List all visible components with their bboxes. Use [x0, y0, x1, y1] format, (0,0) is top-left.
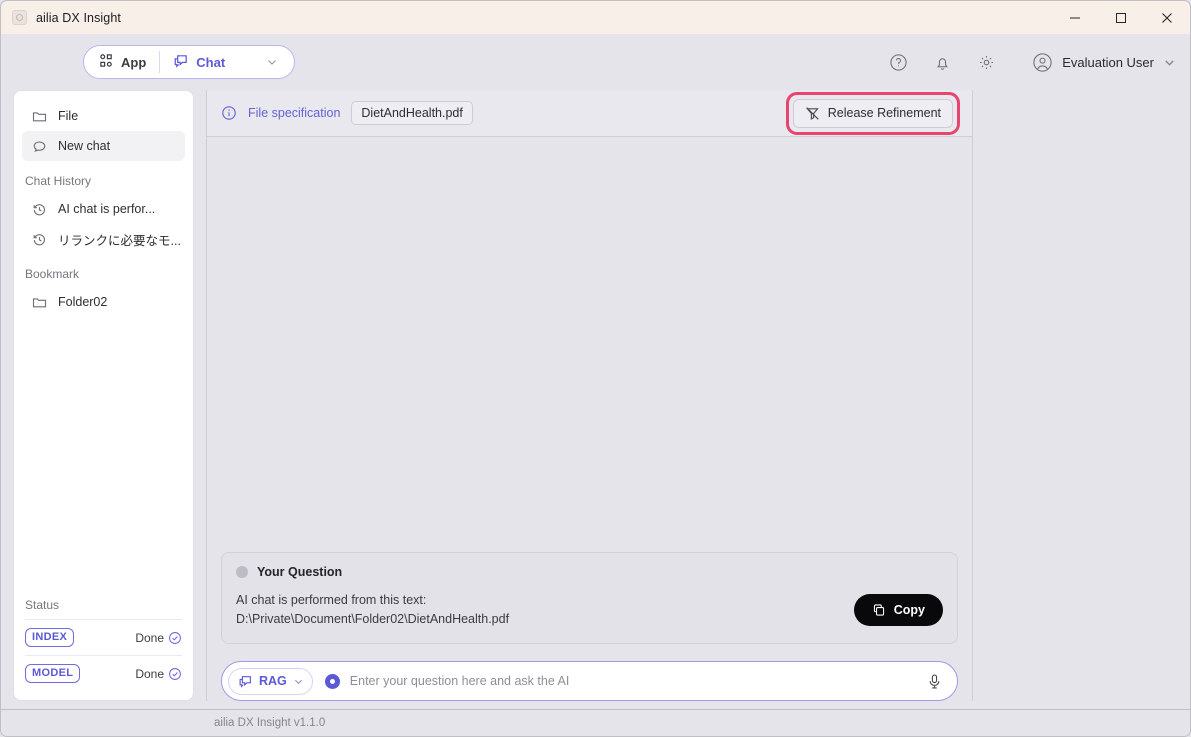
conversation-area	[207, 137, 972, 552]
status-value-index: Done	[135, 631, 182, 645]
history-clock-icon	[32, 232, 47, 247]
status-row-index: INDEX Done	[25, 619, 182, 655]
chevron-down-icon[interactable]	[1163, 56, 1176, 69]
sidebar-item-new-chat[interactable]: New chat	[22, 131, 185, 161]
copy-icon	[872, 603, 886, 617]
rag-mode-label: RAG	[259, 674, 287, 688]
grid-apps-icon	[99, 53, 114, 71]
sidebar-history-item-2-label: リランクに必要なモ...	[58, 233, 181, 248]
folder-icon	[32, 295, 47, 310]
sidebar-bookmark-folder02-label: Folder02	[58, 295, 108, 309]
user-avatar-icon	[1031, 51, 1053, 73]
release-refinement-highlight: Release Refinement	[785, 91, 960, 135]
history-clock-icon	[32, 202, 47, 217]
chat-bubble-icon	[32, 139, 47, 154]
your-question-card: Your Question AI chat is performed from …	[221, 552, 958, 644]
sidebar-group-chat-history: Chat History	[25, 174, 92, 188]
window-controls	[1052, 1, 1190, 34]
status-value-model-label: Done	[135, 666, 164, 681]
app-body: File New chat Chat History AI chat is pe…	[0, 90, 1191, 709]
chat-bubble-icon	[173, 53, 189, 72]
chat-panel: File specification DietAndHealth.pdf Rel…	[206, 90, 973, 701]
question-avatar	[236, 566, 248, 578]
window-title: ailia DX Insight	[36, 10, 121, 25]
record-dot-icon[interactable]	[324, 673, 340, 689]
your-question-line-2: D:\Private\Document\Folder02\DietAndHeal…	[236, 612, 510, 626]
gear-icon[interactable]	[975, 51, 997, 73]
your-question-text: AI chat is performed from this text: D:\…	[236, 591, 509, 629]
maximize-icon[interactable]	[1098, 1, 1144, 34]
app-window: ailia DX Insight App Chat Evaluation Use…	[0, 0, 1191, 737]
tab-chat-label: Chat	[196, 54, 226, 70]
check-circle-icon	[168, 631, 182, 645]
sidebar-history-item-1-label: AI chat is perfor...	[58, 202, 156, 216]
sidebar-history-item-1[interactable]: AI chat is perfor...	[22, 194, 185, 224]
help-circle-icon[interactable]	[887, 51, 909, 73]
info-circle-icon	[221, 105, 237, 121]
question-input-bar: RAG	[221, 661, 958, 701]
user-menu[interactable]: Evaluation User	[1031, 51, 1176, 73]
tab-app-label: App	[121, 54, 147, 70]
mode-switch: App Chat	[83, 45, 296, 79]
check-circle-icon	[168, 667, 182, 681]
title-bar-left: ailia DX Insight	[1, 10, 121, 25]
app-header: App Chat Evaluation User	[0, 34, 1191, 90]
sidebar: File New chat Chat History AI chat is pe…	[13, 90, 194, 701]
status-value-model: Done	[135, 667, 182, 681]
title-bar: ailia DX Insight	[0, 0, 1191, 34]
rag-mode-selector[interactable]: RAG	[228, 667, 313, 695]
your-question-line-1: AI chat is performed from this text:	[236, 593, 427, 607]
sidebar-bookmark-folder02[interactable]: Folder02	[22, 287, 185, 317]
close-icon[interactable]	[1144, 1, 1190, 34]
status-row-model: MODEL Done	[25, 655, 182, 691]
release-refinement-button[interactable]: Release Refinement	[792, 98, 953, 128]
microphone-icon[interactable]	[926, 673, 943, 690]
your-question-title: Your Question	[257, 565, 343, 579]
sidebar-item-file-label: File	[58, 109, 79, 123]
tab-chat[interactable]: Chat	[160, 47, 238, 77]
sidebar-item-file[interactable]: File	[22, 101, 185, 131]
your-question-body: AI chat is performed from this text: D:\…	[236, 591, 943, 629]
main-area: File specification DietAndHealth.pdf Rel…	[194, 90, 1190, 709]
chat-bubble-icon	[238, 674, 253, 689]
right-empty-pane	[973, 90, 1190, 701]
status-badge-index: INDEX	[25, 628, 75, 647]
version-label: ailia DX Insight v1.1.0	[214, 717, 326, 729]
minimize-icon[interactable]	[1052, 1, 1098, 34]
copy-button-label: Copy	[893, 603, 925, 617]
sidebar-history-item-2[interactable]: リランクに必要なモ...	[22, 224, 185, 254]
chevron-down-icon[interactable]	[238, 56, 292, 68]
file-specification-label: File specification	[248, 106, 341, 120]
copy-button[interactable]: Copy	[853, 594, 943, 626]
status-value-index-label: Done	[135, 630, 164, 645]
file-specification-bar: File specification DietAndHealth.pdf Rel…	[207, 90, 972, 137]
release-refinement-label: Release Refinement	[827, 106, 941, 120]
tab-app[interactable]: App	[86, 47, 159, 77]
bell-icon[interactable]	[931, 51, 953, 73]
chevron-down-icon[interactable]	[293, 676, 304, 687]
app-logo-icon	[12, 10, 27, 25]
sidebar-group-bookmark: Bookmark	[25, 267, 80, 281]
search-input[interactable]	[349, 674, 918, 688]
sidebar-item-new-chat-label: New chat	[58, 139, 111, 153]
file-name-chip[interactable]: DietAndHealth.pdf	[351, 101, 473, 125]
sidebar-status-title: Status	[25, 598, 60, 612]
folder-icon	[32, 109, 47, 124]
status-badge-model: MODEL	[25, 664, 81, 683]
header-actions: Evaluation User	[887, 51, 1176, 73]
status-bar: ailia DX Insight v1.1.0	[0, 709, 1191, 737]
user-name-label: Evaluation User	[1062, 54, 1154, 70]
your-question-header: Your Question	[236, 565, 943, 579]
filter-off-icon	[805, 106, 820, 121]
